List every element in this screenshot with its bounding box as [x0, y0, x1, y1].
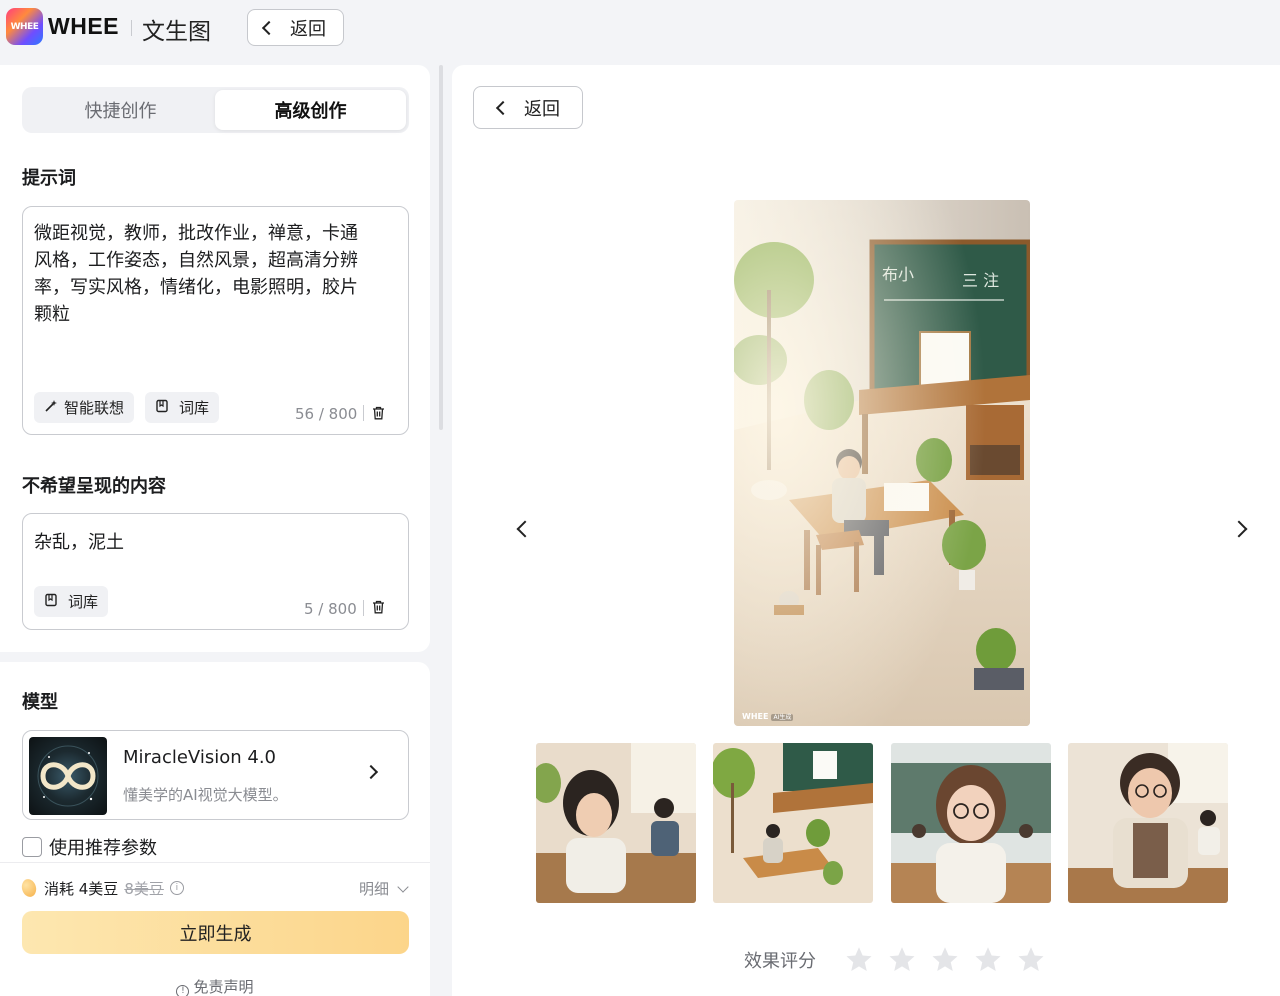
whee-logo[interactable]: WHEE: [6, 8, 43, 45]
star-icon[interactable]: [930, 945, 960, 975]
generate-button[interactable]: 立即生成: [22, 911, 409, 954]
trash-icon[interactable]: [372, 406, 385, 420]
info-icon[interactable]: i: [169, 881, 184, 895]
generate-bar: 消耗 4美豆 8美豆 i 明细 立即生成 ! 免责声明: [0, 862, 430, 996]
star-icon[interactable]: [844, 945, 874, 975]
counter-divider: [363, 405, 364, 421]
cost-label: 消耗 4美豆: [44, 879, 119, 898]
chevron-down-icon: [397, 880, 409, 893]
image-watermark: WHEE AI生成: [742, 712, 794, 721]
creation-mode-tabs: 快捷创作 高级创作: [22, 87, 409, 133]
cost-detail-label: 明细: [358, 880, 389, 898]
model-selector[interactable]: MiracleVision 4.0 懂美学的AI视觉大模型。: [22, 730, 409, 820]
top-bar: WHEE WHEE 文生图 返回: [0, 0, 1280, 60]
original-cost: 8美豆: [124, 879, 164, 898]
prompt-panel: 快捷创作 高级创作 提示词 微距视觉，教师，批改作业，禅意，卡通风格，工作姿态，…: [0, 65, 430, 652]
tab-advanced-create[interactable]: 高级创作: [215, 90, 406, 130]
model-section-title: 模型: [22, 692, 58, 713]
disclaimer-label: 免责声明: [193, 978, 254, 996]
thumbnail-2[interactable]: [713, 743, 873, 903]
negative-counter: 5 / 800: [304, 600, 357, 618]
prompt-library-button[interactable]: 词库: [145, 392, 220, 423]
negative-library-button[interactable]: 词库: [34, 586, 109, 617]
watermark-tag: AI生成: [771, 714, 794, 721]
cost-detail-toggle[interactable]: 明细: [358, 878, 409, 899]
book-icon: [155, 399, 169, 417]
left-panel-scrollbar[interactable]: [439, 65, 443, 430]
prompt-section-title: 提示词: [22, 168, 76, 189]
bean-icon: [19, 877, 39, 899]
thumbnail-3[interactable]: [891, 743, 1051, 903]
negative-prompt-input[interactable]: 杂乱，泥土 词库 5 / 800: [22, 513, 409, 630]
prompt-counter: 56 / 800: [295, 405, 358, 423]
logo-text: WHEE: [10, 21, 39, 32]
chevron-left-icon: [495, 100, 511, 115]
prompt-text[interactable]: 微距视觉，教师，批改作业，禅意，卡通风格，工作姿态，自然风景，超高清分辨率，写实…: [34, 220, 364, 328]
info-icon: !: [176, 985, 190, 996]
prompt-library-label: 词库: [179, 399, 210, 417]
model-thumbnail: [29, 737, 107, 815]
brand-name: WHEE: [48, 13, 119, 39]
star-icon[interactable]: [887, 945, 917, 975]
cost-row: 消耗 4美豆 8美豆 i 明细: [19, 876, 409, 900]
star-icon[interactable]: [1016, 945, 1046, 975]
thumbnail-1[interactable]: [536, 743, 696, 903]
next-image-arrow[interactable]: [1230, 520, 1248, 538]
header-back-label: 返回: [290, 18, 326, 40]
use-recommended-checkbox[interactable]: [22, 837, 42, 857]
negative-prompt-text[interactable]: 杂乱，泥土: [34, 528, 124, 554]
watermark-text: WHEE: [742, 712, 769, 721]
preview-back-button[interactable]: 返回: [473, 86, 583, 129]
preview-back-label: 返回: [524, 98, 560, 120]
magic-wand-icon: [44, 399, 58, 417]
preview-panel: 返回 布小 三 注: [452, 65, 1280, 996]
prev-image-arrow[interactable]: [516, 520, 534, 538]
trash-icon[interactable]: [372, 600, 385, 614]
thumbnail-4[interactable]: [1068, 743, 1228, 903]
star-icon[interactable]: [973, 945, 1003, 975]
prompt-input[interactable]: 微距视觉，教师，批改作业，禅意，卡通风格，工作姿态，自然风景，超高清分辨率，写实…: [22, 206, 409, 435]
book-icon: [44, 593, 58, 611]
rating-row: 效果评分: [744, 945, 1059, 975]
tab-quick-create[interactable]: 快捷创作: [25, 90, 216, 130]
header-back-button[interactable]: 返回: [247, 9, 344, 46]
use-recommended-label: 使用推荐参数: [49, 838, 157, 859]
smart-suggest-button[interactable]: 智能联想: [34, 392, 135, 423]
chevron-left-icon: [261, 20, 277, 35]
rating-label: 效果评分: [744, 951, 816, 972]
smart-suggest-label: 智能联想: [64, 399, 125, 417]
page-title: 文生图: [142, 19, 211, 45]
generated-image[interactable]: 布小 三 注: [734, 200, 1030, 726]
negative-section-title: 不希望呈现的内容: [22, 476, 166, 497]
header-divider: [131, 20, 132, 36]
chevron-right-icon: [363, 764, 379, 780]
model-name: MiracleVision 4.0: [123, 747, 276, 768]
counter-divider: [363, 600, 364, 616]
disclaimer-link[interactable]: ! 免责声明: [0, 976, 430, 996]
negative-library-label: 词库: [68, 593, 99, 611]
model-description: 懂美学的AI视觉大模型。: [123, 786, 288, 804]
use-recommended-params[interactable]: 使用推荐参数: [22, 834, 157, 860]
